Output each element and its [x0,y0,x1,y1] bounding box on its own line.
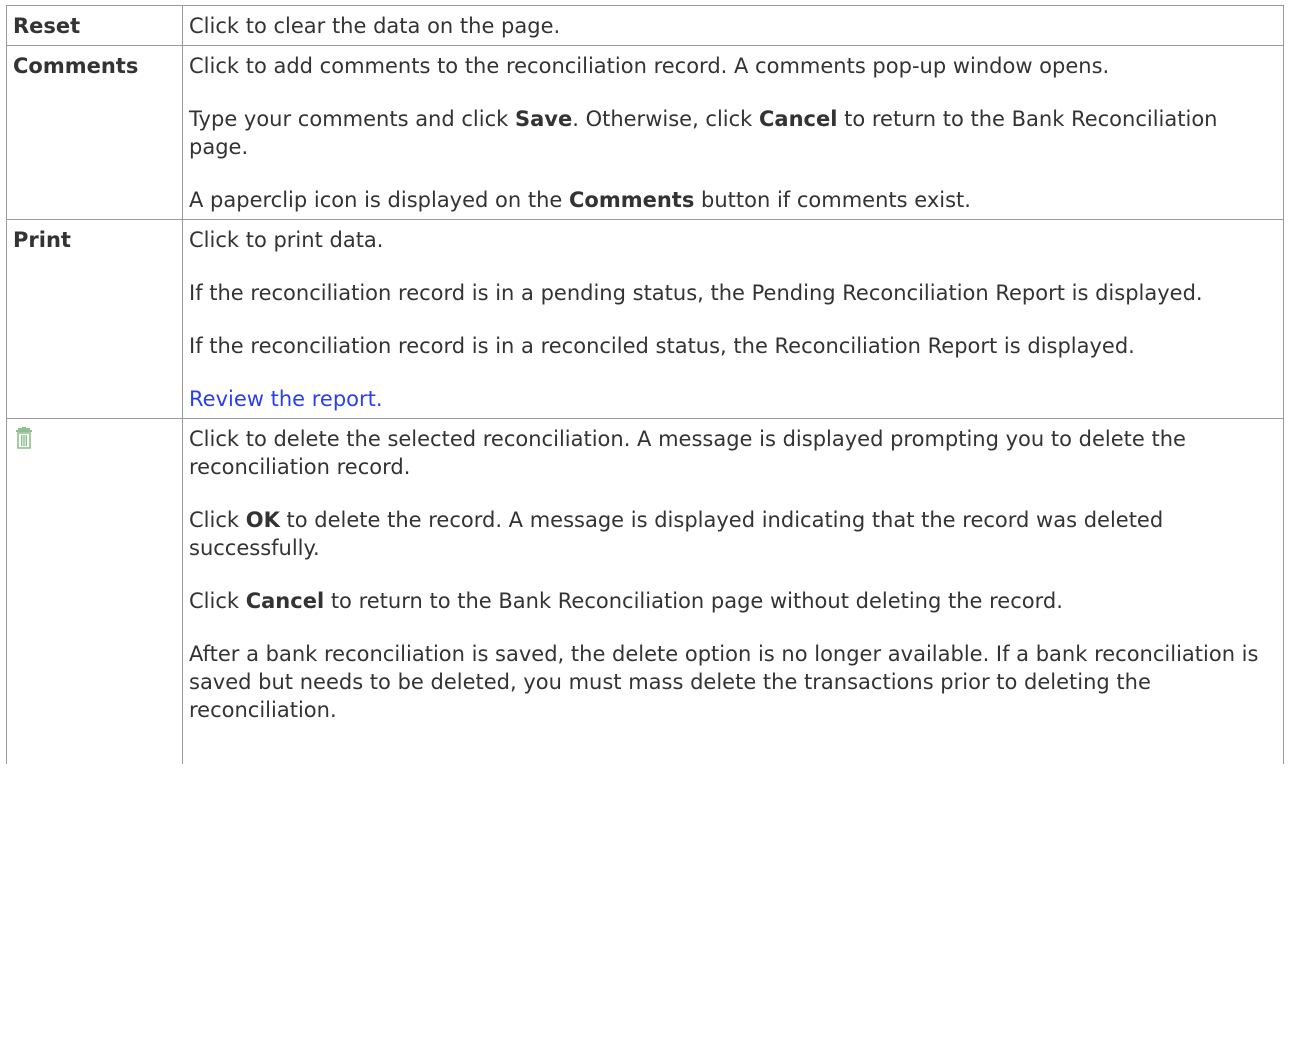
label-print: Print [6,219,183,419]
comments-text-3: A paperclip icon is displayed on the Com… [189,188,971,212]
label-delete [6,418,183,764]
description-delete: Click to delete the selected reconciliat… [182,418,1284,764]
table-row-print: Print Click to print data. If the reconc… [6,219,1284,419]
print-text-2: If the reconciliation record is in a pen… [189,281,1203,305]
comments-text-2: Type your comments and click Save. Other… [189,107,1218,159]
label-comments: Comments [6,45,183,220]
comments-text-1: Click to add comments to the reconciliat… [189,54,1110,78]
description-comments: Click to add comments to the reconciliat… [182,45,1284,220]
table-row-comments: Comments Click to add comments to the re… [6,45,1284,220]
review-report-link[interactable]: Review the report. [189,387,383,411]
cancel-term: Cancel [759,107,838,131]
delete-text-2: Click OK to delete the record. A message… [189,508,1164,560]
save-term: Save [514,107,573,131]
description-reset: Click to clear the data on the page. [182,5,1284,46]
delete-text-4: After a bank reconciliation is saved, th… [189,642,1259,722]
print-link-paragraph: Review the report. [189,385,1277,413]
cancel-term-delete: Cancel [245,589,325,613]
delete-text-1: Click to delete the selected reconciliat… [189,427,1186,479]
description-print: Click to print data. If the reconciliati… [182,219,1284,419]
print-text-3: If the reconciliation record is in a rec… [189,334,1135,358]
delete-text-3: Click Cancel to return to the Bank Recon… [189,589,1063,613]
trash-icon [15,427,33,449]
print-text-1: Click to print data. [189,228,384,252]
reset-text: Click to clear the data on the page. [189,14,561,38]
table-row-reset: Reset Click to clear the data on the pag… [6,5,1284,46]
table-row-delete: Click to delete the selected reconciliat… [6,418,1284,764]
comments-term: Comments [569,188,695,212]
label-reset: Reset [6,5,183,46]
ok-term: OK [245,508,280,532]
help-table: Reset Click to clear the data on the pag… [6,5,1284,764]
